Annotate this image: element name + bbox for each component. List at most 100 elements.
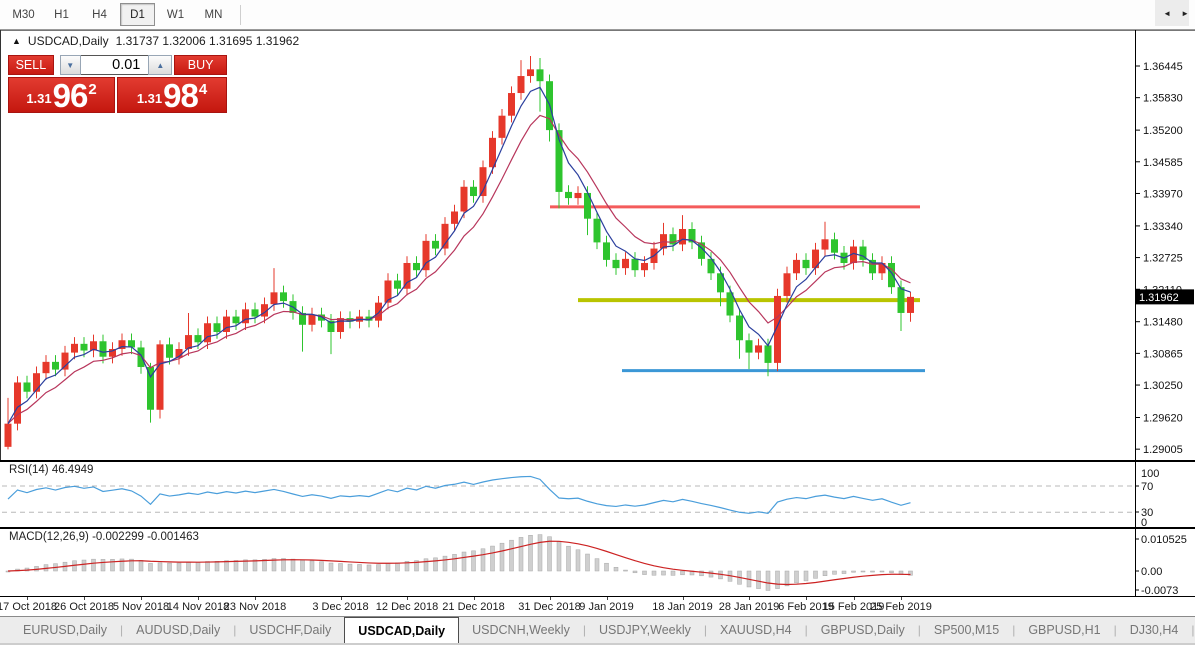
collapse-triangle-icon[interactable]: ▲: [12, 36, 21, 46]
macd-histogram-bar: [670, 570, 676, 576]
date-axis[interactable]: 17 Oct 2018 26 Oct 2018 5 Nov 2018 14 Nov 2…: [0, 597, 1195, 616]
candle-body: [745, 340, 753, 353]
x-axis-label: 9 Jan 2019: [579, 601, 634, 613]
tab-usdchf-daily[interactable]: USDCHF,Daily: [236, 617, 344, 643]
one-click-trade-widget: SELL ▼ 0.01 ▲ BUY 1.31 96 2 1.31 98 4: [8, 55, 227, 113]
candle-body: [432, 240, 439, 249]
rsi-indicator-panel[interactable]: 10070300: [0, 461, 1195, 528]
macd-histogram-bar: [499, 542, 505, 572]
candle-body: [4, 423, 12, 447]
macd-histogram-bar: [556, 541, 562, 572]
macd-histogram-bar: [841, 570, 847, 574]
macd-histogram-bar: [376, 564, 381, 572]
candle-body: [603, 242, 610, 260]
buy-price-button[interactable]: 1.31 98 4: [117, 77, 227, 113]
candle-body: [802, 259, 810, 269]
y-axis-label: 1.31480: [1143, 317, 1183, 329]
candle-body: [527, 69, 534, 77]
macd-histogram-bar: [765, 570, 771, 591]
x-axis-label: 12 Dec 2018: [375, 601, 439, 613]
macd-histogram-bar: [186, 562, 191, 572]
candle-body: [679, 228, 686, 245]
candle-body: [251, 309, 259, 317]
timeframe-h1[interactable]: H1: [44, 3, 79, 26]
macd-histogram-bar: [528, 535, 533, 572]
sell-price-button[interactable]: 1.31 96 2: [8, 77, 115, 113]
x-axis-label: 28 Jan 2019: [718, 601, 780, 613]
timeframe-mn[interactable]: MN: [196, 3, 231, 26]
tab-gbpusd-h1[interactable]: GBPUSD,H1: [1015, 617, 1113, 643]
timeframe-m30[interactable]: M30: [6, 3, 41, 26]
sell-button[interactable]: SELL: [8, 55, 54, 75]
macd-histogram-bar: [604, 562, 609, 572]
timeframe-d1[interactable]: D1: [120, 3, 155, 26]
macd-histogram-bar: [756, 570, 761, 589]
x-axis-label: 25 Feb 2019: [870, 601, 932, 613]
macd-histogram-bar: [167, 562, 172, 572]
candle-body: [394, 280, 401, 289]
volume-increase-button[interactable]: ▲: [148, 55, 173, 75]
date-axis-tick: [84, 597, 85, 600]
candle-body: [774, 295, 781, 363]
macd-histogram-bar: [518, 537, 524, 572]
tab-usdcad-daily[interactable]: USDCAD,Daily: [344, 617, 460, 643]
candle-body: [622, 258, 629, 269]
buy-button[interactable]: BUY: [174, 55, 227, 75]
tab-xauusd-h4[interactable]: XAUUSD,H4: [707, 617, 805, 643]
buy-price-pip: 4: [198, 81, 208, 98]
macd-histogram-bar: [176, 562, 182, 572]
candle-body: [869, 259, 876, 274]
timeframe-w1[interactable]: W1: [158, 3, 193, 26]
date-axis-tick: [255, 597, 256, 600]
macd-histogram-bar: [870, 570, 875, 573]
x-axis-label: 26 Oct 2018: [54, 601, 114, 613]
y-axis-label: 1.34585: [1143, 157, 1183, 169]
macd-histogram-bar: [423, 558, 429, 572]
candle-body: [593, 218, 601, 243]
macd-histogram-bar: [537, 534, 543, 572]
x-axis-label: 18 Jan 2019: [652, 601, 713, 613]
macd-histogram-bar: [490, 545, 495, 572]
macd-histogram-bar: [290, 558, 296, 572]
macd-histogram-bar: [338, 563, 343, 572]
tab-eurusd-daily[interactable]: EURUSD,Daily: [10, 617, 120, 643]
date-axis-tick: [749, 597, 750, 600]
candle-body: [631, 258, 639, 271]
rsi-label: RSI(14) 46.4949: [9, 464, 94, 476]
tab-sp500-m15[interactable]: SP500,M15: [921, 617, 1012, 643]
timeframe-h4[interactable]: H4: [82, 3, 117, 26]
tab-gbpusd-daily[interactable]: GBPUSD,Daily: [808, 617, 918, 643]
macd-histogram-bar: [433, 557, 438, 572]
tab-audusd-daily[interactable]: AUDUSD,Daily: [123, 617, 233, 643]
tab-scroll-left-icon[interactable]: ◄: [1163, 9, 1171, 18]
timeframe-toolbar: M30 H1 H4 D1 W1 MN: [0, 0, 1195, 30]
candle-body: [897, 287, 905, 313]
macd-histogram-bar: [594, 558, 600, 572]
candle-body: [270, 292, 278, 305]
macd-histogram-bar: [613, 567, 619, 572]
y-axis-label: 1.29005: [1143, 444, 1183, 456]
tab-usdjpy-weekly[interactable]: USDJPY,Weekly: [586, 617, 704, 643]
macd-histogram-bar: [784, 570, 790, 587]
macd-histogram-bar: [461, 551, 467, 572]
candle-body: [574, 192, 582, 199]
date-axis-tick: [27, 597, 28, 600]
trading-platform-window: M30 H1 H4 D1 W1 MN 1.36445 1.35830 1.35200 1.345…: [0, 0, 1195, 645]
candle-body: [451, 211, 458, 224]
date-axis-tick: [473, 597, 475, 600]
macd-histogram-bar: [585, 553, 590, 572]
macd-histogram-bar: [347, 563, 353, 572]
arrow-down-icon: ▼: [66, 60, 75, 70]
x-axis-label: 17 Oct 2018: [0, 601, 57, 613]
tab-dj30-h4[interactable]: DJ30,H4: [1117, 617, 1192, 643]
macd-scale-label: -0.0073: [1141, 585, 1178, 597]
date-axis-tick: [549, 597, 551, 600]
candle-body: [508, 93, 515, 116]
macd-histogram-bar: [480, 548, 486, 572]
date-axis-tick: [901, 597, 902, 600]
macd-histogram-bar: [157, 562, 163, 572]
volume-decrease-button[interactable]: ▼: [59, 55, 81, 75]
tab-usdcnh-weekly[interactable]: USDCNH,Weekly: [459, 617, 583, 643]
tab-scroll-right-icon[interactable]: ►: [1181, 9, 1189, 18]
volume-input[interactable]: 0.01: [80, 55, 149, 75]
